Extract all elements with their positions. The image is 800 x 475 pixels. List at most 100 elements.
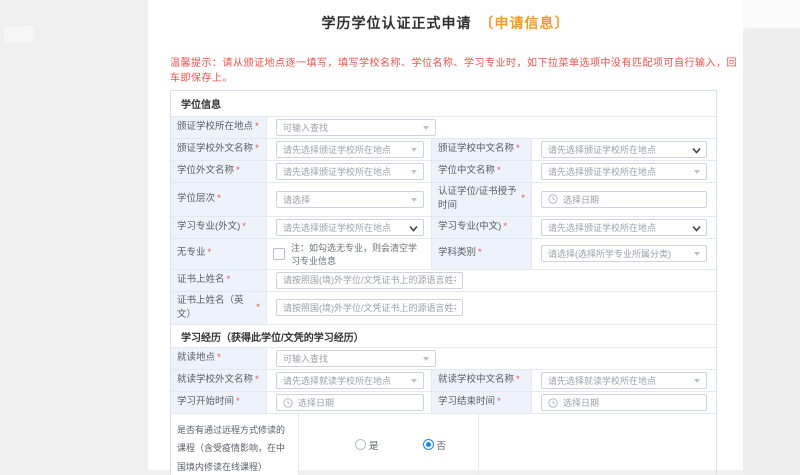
- required-mark: *: [503, 220, 508, 232]
- section-study-history: 学习经历（获得此学位/文凭的学习经历）: [171, 325, 716, 348]
- required-mark: *: [516, 143, 520, 155]
- field-label: 学科类别: [438, 247, 477, 259]
- form-row-no-major: 无专业 * 注：如勾选无专业，则会清空学习专业信息 学科类别 * 请选择(选择所学专…: [171, 238, 716, 270]
- page-title: 学历学位认证正式申请: [321, 15, 472, 31]
- study-start-datepicker[interactable]: 选择日期: [276, 394, 424, 411]
- required-mark: *: [521, 193, 525, 205]
- required-mark: *: [255, 374, 259, 386]
- warning-text: 温馨提示：请从颁证地点逐一填写，填写学校名称、学位名称、学习专业时，如下拉菜单选…: [170, 58, 737, 84]
- section-title: 学位信息: [181, 100, 221, 111]
- cert-school-cn-select[interactable]: 请先选择颁证学校所在地点: [541, 141, 707, 158]
- radio-icon: [355, 439, 366, 450]
- form-row-study-time: 学习开始时间 * 选择日期 学习结束时间 * 选择日期: [171, 392, 716, 414]
- form-row-study-school-name: 就读学校外文名称 * 请先选择就读学校所在地点 就读学校中文名称 * 请先选择就读学…: [171, 370, 716, 392]
- field-label: 学位外文名称: [177, 165, 235, 177]
- page-background-artifact: [4, 26, 34, 43]
- radio-checked-icon: [422, 439, 434, 450]
- form-row-degree-name: 学位外文名称 * 请先选择颁证学校所在地点 学位中文名称 * 请先选择颁证学校所在地…: [171, 161, 716, 183]
- form-row-cert-name-en: 证书上姓名（英文） *: [171, 291, 716, 325]
- degree-cn-select[interactable]: 请先选择颁证学校所在地点: [541, 163, 707, 180]
- caret-down-icon: [423, 357, 429, 361]
- field-label: 认证学位/证书授予时间: [438, 186, 517, 212]
- award-time-datepicker[interactable]: 选择日期: [541, 190, 707, 208]
- cert-location-select[interactable]: 可输入查找: [276, 119, 436, 136]
- caret-down-icon: [423, 126, 429, 130]
- section-title: 学习经历（获得此学位/文凭的学习经历）: [181, 332, 364, 344]
- degree-foreign-select[interactable]: 请先选择颁证学校所在地点: [276, 163, 424, 180]
- field-label: 证书上姓名: [177, 273, 225, 285]
- study-school-foreign-select[interactable]: 请先选择就读学校所在地点: [276, 372, 424, 389]
- study-end-datepicker[interactable]: 选择日期: [541, 394, 707, 411]
- remote-course-radio-yes[interactable]: 是: [355, 438, 379, 452]
- field-label: 学位中文名称: [438, 165, 496, 177]
- cert-school-foreign-select[interactable]: 请先选择颁证学校所在地点: [276, 141, 424, 158]
- required-mark: *: [256, 301, 260, 313]
- page-background: [743, 0, 800, 28]
- required-mark: *: [242, 220, 247, 232]
- study-school-cn-select[interactable]: 请先选择就读学校所在地点: [541, 372, 707, 389]
- application-form-table: 学位信息 颁证学校所在地点 * 可输入查找 颁证学校外文名称 * 请先选择颁证学校所…: [170, 90, 717, 475]
- cert-name-input[interactable]: [276, 271, 463, 289]
- caret-down-icon: [411, 197, 417, 202]
- required-mark: *: [226, 273, 231, 285]
- form-row-cert-name: 证书上姓名 *: [171, 269, 716, 292]
- section-degree-info: 学位信息: [171, 91, 716, 117]
- caret-down-icon: [411, 170, 417, 174]
- caret-down-icon: [411, 148, 417, 152]
- form-row-study-location: 就读地点 * 可输入查找: [171, 348, 716, 370]
- required-mark: *: [217, 352, 221, 364]
- form-row-cert-school-name: 颁证学校外文名称 * 请先选择颁证学校所在地点 颁证学校中文名称 * 请先选择颁证学…: [171, 139, 716, 161]
- required-mark: *: [478, 247, 482, 259]
- no-major-note: 注：如勾选无专业，则会清空学习专业信息: [291, 242, 418, 266]
- major-foreign-select[interactable]: 请先选择颁证学校所在地点: [276, 218, 424, 236]
- clock-icon: [283, 397, 293, 408]
- caret-down-icon: [694, 170, 700, 174]
- field-label: 就读学校外文名称: [177, 374, 254, 386]
- field-label: 就读地点: [177, 352, 216, 364]
- required-mark: *: [236, 165, 240, 177]
- page-title-row: 学历学位认证正式申请 〔申请信息〕: [148, 0, 743, 33]
- remote-course-radio-group: 是 否: [305, 438, 446, 452]
- caret-down-icon: [694, 379, 700, 383]
- field-label: 无专业: [177, 247, 206, 259]
- subject-category-select[interactable]: 请选择(选择所学专业所属分类): [541, 245, 707, 262]
- form-row-remote-course: 是否有通过远程方式修读的课程（含受疫情影响，在中国境内修读在线课程） 是 否: [171, 414, 716, 475]
- title-badge: 〔申请信息〕: [479, 15, 570, 31]
- form-row-major: 学习专业(外文) * 请先选择颁证学校所在地点 学习专业(中文) * 请先选择颁证学…: [171, 216, 716, 239]
- field-label: 学位层次: [177, 193, 216, 205]
- chevron-down-icon: [409, 225, 418, 232]
- field-label: 颁证学校外文名称: [177, 143, 254, 155]
- field-label: 颁证学校所在地点: [177, 121, 254, 133]
- required-mark: *: [497, 396, 501, 408]
- field-label: 证书上姓名（英文）: [177, 294, 244, 320]
- page-background: [743, 28, 800, 475]
- chevron-down-icon: [692, 225, 701, 232]
- application-form-panel: 学历学位认证正式申请 〔申请信息〕 温馨提示：请从颁证地点逐一填写，填写学校名称、…: [148, 0, 743, 475]
- degree-level-select[interactable]: 请选择: [276, 190, 424, 208]
- study-location-select[interactable]: 可输入查找: [276, 350, 436, 367]
- required-mark: *: [255, 143, 259, 155]
- required-mark: *: [516, 374, 520, 386]
- form-row-degree-level: 学位层次 * 请选择 认证学位/证书授予时间 * 选择日期: [171, 183, 716, 217]
- remote-course-radio-no[interactable]: 否: [422, 438, 446, 452]
- no-major-checkbox[interactable]: [273, 247, 285, 260]
- field-label: 颁证学校中文名称: [438, 143, 515, 155]
- field-label: 学习结束时间: [438, 396, 496, 408]
- required-mark: *: [497, 165, 501, 177]
- field-label: 学习开始时间: [177, 396, 235, 408]
- field-label: 是否有通过远程方式修读的课程（含受疫情影响，在中国境内修读在线课程）: [177, 425, 286, 472]
- clock-icon: [548, 397, 558, 408]
- required-mark: *: [217, 193, 221, 205]
- major-cn-select[interactable]: 请先选择颁证学校所在地点: [541, 218, 707, 236]
- chevron-down-icon: [692, 147, 701, 154]
- cert-name-en-input[interactable]: [276, 299, 463, 317]
- field-label: 就读学校中文名称: [438, 374, 515, 386]
- required-mark: *: [207, 247, 212, 259]
- required-mark: *: [255, 121, 259, 133]
- field-label: 学习专业(外文): [177, 220, 241, 232]
- caret-down-icon: [694, 252, 700, 256]
- form-row-cert-location: 颁证学校所在地点 * 可输入查找: [171, 117, 716, 139]
- required-mark: *: [236, 396, 240, 408]
- caret-down-icon: [411, 379, 417, 383]
- field-label: 学习专业(中文): [438, 220, 502, 232]
